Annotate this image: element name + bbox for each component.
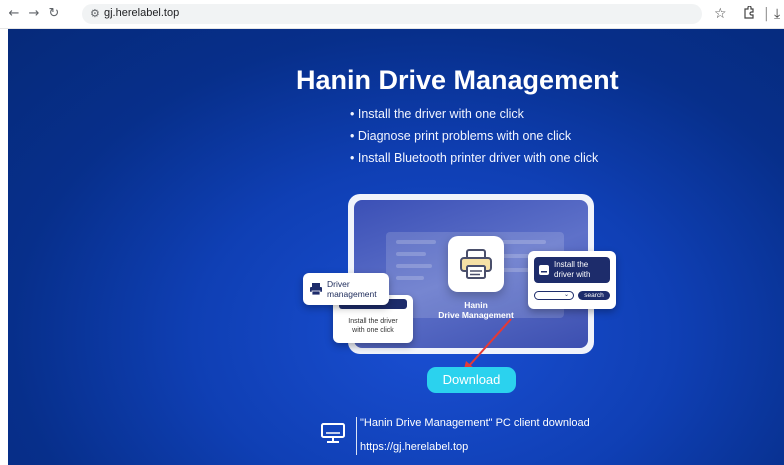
address-bar[interactable]: ⚙ gj.herelabel.top bbox=[82, 4, 702, 24]
landing-page: Hanin Drive Management • Install the dri… bbox=[8, 29, 784, 465]
reload-icon[interactable]: ↻ bbox=[46, 6, 62, 22]
red-arrow-icon bbox=[463, 318, 512, 373]
browser-toolbar: ← → ↻ ⚙ gj.herelabel.top ☆ | ⤓ bbox=[0, 0, 784, 29]
client-download-text: "Hanin Drive Management" PC client downl… bbox=[360, 417, 590, 429]
footer-divider bbox=[356, 417, 357, 455]
site-settings-icon[interactable]: ⚙ bbox=[90, 7, 100, 20]
back-arrow-icon[interactable]: ← bbox=[6, 6, 22, 22]
url-text[interactable]: gj.herelabel.top bbox=[104, 7, 179, 19]
monitor-icon bbox=[321, 423, 345, 443]
star-icon[interactable]: ☆ bbox=[714, 6, 727, 22]
download-icon[interactable]: ⤓ bbox=[774, 6, 780, 22]
extensions-icon[interactable] bbox=[742, 5, 756, 24]
download-button[interactable]: Download bbox=[427, 367, 516, 393]
forward-arrow-icon[interactable]: → bbox=[26, 6, 42, 22]
site-url-text[interactable]: https://gj.herelabel.top bbox=[360, 441, 468, 453]
divider: | bbox=[764, 6, 769, 22]
